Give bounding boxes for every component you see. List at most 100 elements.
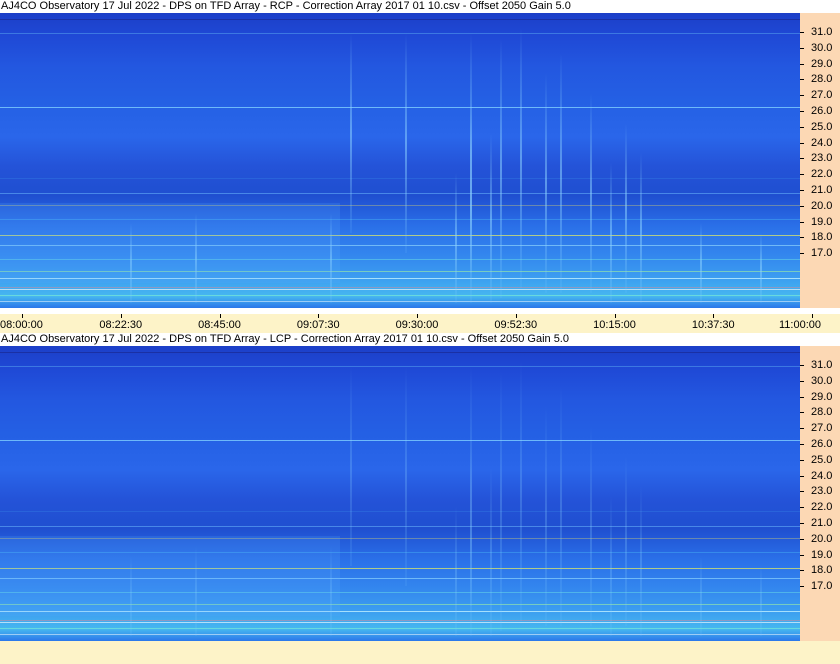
time-tick-mark xyxy=(22,314,23,318)
spectrogram-band xyxy=(0,634,800,635)
spectrogram-burst xyxy=(500,38,502,298)
lcp-spectrogram[interactable] xyxy=(0,346,800,641)
time-tick-label: 10:15:00 xyxy=(593,319,636,331)
spectrogram-band xyxy=(0,203,340,283)
spectrogram-burst xyxy=(455,173,457,303)
lcp-panel-title: AJ4CO Observatory 17 Jul 2022 - DPS on T… xyxy=(0,333,801,346)
spectrogram-burst xyxy=(610,496,612,636)
spectrogram-burst xyxy=(490,133,492,303)
spectrogram-burst xyxy=(760,233,762,303)
time-tick-mark xyxy=(713,314,715,318)
time-tick-label: 08:22:30 xyxy=(99,319,143,331)
lcp-freq-tick: 27.0 xyxy=(800,422,840,434)
rcp-freq-tick-label: 28.0 xyxy=(811,73,833,86)
spectrogram-band xyxy=(0,511,800,512)
rcp-freq-tick: 23.0 xyxy=(800,152,840,164)
lcp-freq-tick-label: 25.0 xyxy=(811,453,833,466)
spectrogram-band xyxy=(0,33,800,34)
rcp-freq-tick: 31.0 xyxy=(800,26,840,38)
spectrogram-burst xyxy=(350,33,352,233)
rcp-freq-tick-mark xyxy=(800,190,804,191)
time-tick-label: 09:07:30 xyxy=(296,319,340,331)
spectrogram-band xyxy=(0,107,800,108)
rcp-freq-tick: 18.0 xyxy=(800,231,840,243)
lcp-freq-tick: 20.0 xyxy=(800,533,840,545)
lcp-freq-tick-label: 22.0 xyxy=(811,501,833,514)
spectrogram-burst xyxy=(760,566,762,636)
time-tick-label: 09:52:30 xyxy=(494,319,538,331)
spectrogram-burst xyxy=(470,113,472,303)
spectrogram-band xyxy=(0,620,800,621)
rcp-freq-tick: 21.0 xyxy=(800,184,840,196)
rcp-freq-tick: 20.0 xyxy=(800,200,840,212)
spectrogram-burst xyxy=(625,123,627,293)
spectrogram-band xyxy=(0,366,800,367)
rcp-freq-tick-mark xyxy=(800,95,804,97)
spectrogram-band xyxy=(0,301,800,302)
spectrogram-burst xyxy=(640,486,642,636)
spectrogram-burst xyxy=(520,361,522,621)
lcp-freq-tick-mark xyxy=(800,538,804,540)
rcp-freq-tick-label: 22.0 xyxy=(811,168,833,181)
rcp-freq-tick-mark xyxy=(800,253,804,255)
lcp-freq-tick-label: 20.0 xyxy=(811,532,833,545)
lcp-freq-tick: 21.0 xyxy=(800,517,840,529)
time-tick-label: 08:45:00 xyxy=(198,319,241,331)
rcp-freq-tick: 29.0 xyxy=(800,58,840,70)
lcp-freq-tick-label: 27.0 xyxy=(811,422,833,435)
rcp-spectrogram[interactable] xyxy=(0,13,800,308)
rcp-freq-tick-mark xyxy=(800,111,804,112)
lcp-freq-tick: 23.0 xyxy=(800,485,840,497)
spectrogram-burst xyxy=(350,366,352,566)
spectrogram-burst xyxy=(700,223,702,303)
spectrogram-burst xyxy=(640,153,642,303)
rcp-freq-tick-label: 29.0 xyxy=(811,57,833,70)
lcp-freq-tick-label: 21.0 xyxy=(811,517,833,529)
lcp-freq-tick: 26.0 xyxy=(800,438,840,450)
rcp-frequency-axis: 31.0 30.0 29.0 28.0 27.0 26.0 25.0 24.0 23.0 22.0… xyxy=(800,13,840,308)
rcp-freq-tick-label: 31.0 xyxy=(811,26,833,38)
time-tick-label: 08:00:00 xyxy=(0,319,43,331)
lcp-freq-tick-label: 28.0 xyxy=(811,406,833,419)
lcp-freq-tick-label: 31.0 xyxy=(811,359,833,371)
rcp-freq-tick-mark xyxy=(800,221,804,223)
lcp-freq-tick-mark xyxy=(800,523,804,524)
spectrogram-band xyxy=(0,440,800,441)
spectrogram-band xyxy=(0,178,800,179)
lcp-freq-tick-mark xyxy=(800,507,804,509)
rcp-freq-tick-mark xyxy=(800,47,804,49)
spectrogram-burst xyxy=(610,163,612,303)
spectrogram-burst xyxy=(490,466,492,636)
rcp-freq-tick: 26.0 xyxy=(800,105,840,117)
rcp-freq-tick-label: 27.0 xyxy=(811,89,833,102)
lcp-freq-tick-mark xyxy=(800,570,804,572)
spectrogram-band xyxy=(0,19,800,20)
lcp-freq-tick-mark xyxy=(800,586,804,588)
lcp-freq-tick-label: 26.0 xyxy=(811,438,833,450)
lcp-freq-tick: 29.0 xyxy=(800,391,840,403)
rcp-freq-tick-label: 19.0 xyxy=(811,215,833,228)
time-tick-mark xyxy=(318,314,320,318)
lcp-freq-tick: 28.0 xyxy=(800,406,840,418)
rcp-freq-tick-label: 17.0 xyxy=(811,247,833,260)
time-tick-mark xyxy=(614,314,616,318)
spectrogram-burst xyxy=(405,33,407,253)
lcp-freq-tick-mark xyxy=(800,475,804,477)
lcp-freq-tick: 17.0 xyxy=(800,580,840,592)
lcp-freq-tick: 31.0 xyxy=(800,359,840,371)
lcp-freq-tick-label: 17.0 xyxy=(811,580,833,593)
rcp-freq-tick-label: 25.0 xyxy=(811,120,833,133)
lcp-freq-tick: 18.0 xyxy=(800,564,840,576)
spectrogram-band xyxy=(0,628,800,629)
rcp-freq-tick-mark xyxy=(800,32,804,33)
time-tick-mark xyxy=(417,314,418,318)
lcp-freq-tick-mark xyxy=(800,380,804,382)
lcp-freq-tick: 19.0 xyxy=(800,549,840,561)
rcp-freq-tick-label: 24.0 xyxy=(811,136,833,149)
lcp-freq-tick-label: 29.0 xyxy=(811,390,833,403)
rcp-freq-tick-mark xyxy=(800,63,804,65)
time-tick-label: 10:37:30 xyxy=(691,319,735,331)
rcp-freq-tick-label: 30.0 xyxy=(811,41,833,54)
lcp-freq-tick-mark xyxy=(800,428,804,430)
spectrogram-burst xyxy=(455,506,457,636)
